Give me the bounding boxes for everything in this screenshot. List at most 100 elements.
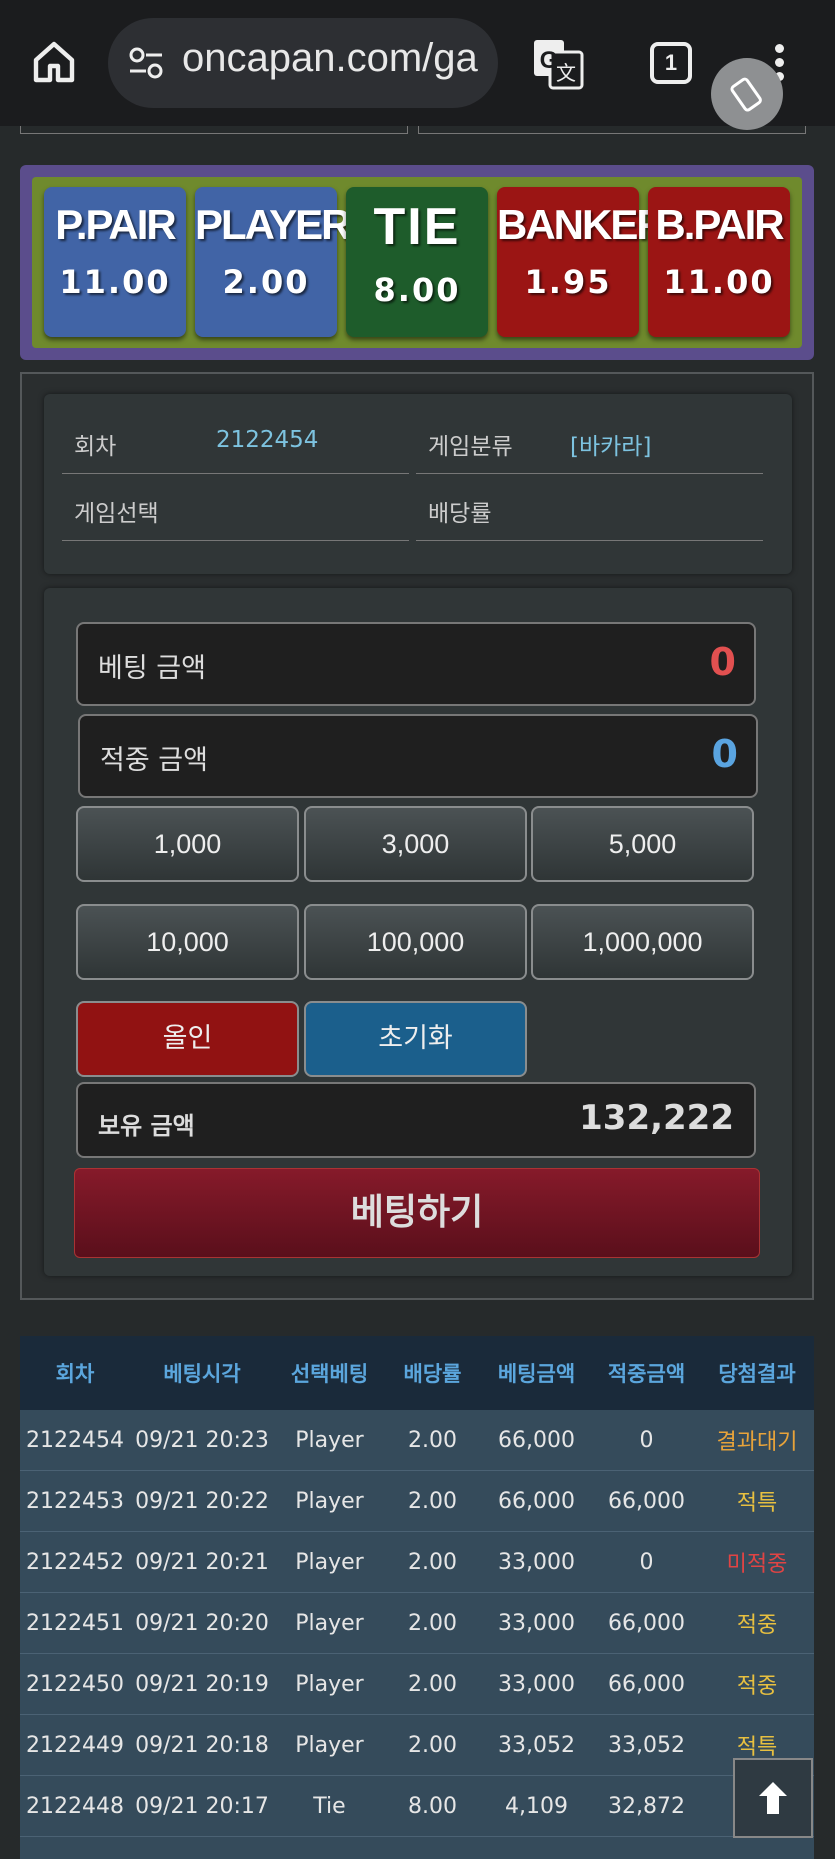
odds-name: BANKER xyxy=(497,201,667,248)
cell-bet-amount: 4,109 xyxy=(505,1793,568,1819)
win-amount-label: 적중 금액 xyxy=(100,745,208,776)
cell-odds: 2.00 xyxy=(408,1610,457,1636)
odds-value: 1.95 xyxy=(524,263,612,301)
table-header: 회차 베팅시각 선택베팅 배당률 베팅금액 적중금액 당첨결과 xyxy=(20,1336,814,1410)
odds-button-banker[interactable]: BANKER 1.95 xyxy=(497,187,667,337)
odds-button-tie[interactable]: TIE 8.00 xyxy=(346,187,488,337)
cell-result: 적특 xyxy=(736,1735,778,1760)
cell-bet-amount: 66,000 xyxy=(498,1427,575,1453)
place-bet-button[interactable]: 베팅하기 xyxy=(74,1168,760,1258)
cell-odds: 8.00 xyxy=(408,1793,457,1819)
cell-round: 2122451 xyxy=(26,1610,124,1636)
win-amount-field: 적중 금액 0 xyxy=(78,714,758,798)
cell-odds: 2.00 xyxy=(408,1488,457,1514)
betting-panel: 회차 2122454 게임분류 [바카라] 게임선택 배당률 베팅 금액 0 적… xyxy=(20,372,814,1300)
cell-odds: 2.00 xyxy=(408,1427,457,1453)
cell-selection: Player xyxy=(295,1732,364,1758)
table-row: 212244809/21 20:17Tie8.004,10932,872적중 xyxy=(20,1776,814,1837)
odds-value: 11.00 xyxy=(59,263,171,301)
reset-button[interactable]: 초기화 xyxy=(304,1001,527,1077)
category-cell: 게임분류 [바카라] xyxy=(416,407,763,474)
panel-fragment xyxy=(20,126,408,134)
odds-value: 11.00 xyxy=(663,263,775,301)
bet-amount-field[interactable]: 베팅 금액 0 xyxy=(76,622,756,706)
game-info-box: 회차 2122454 게임분류 [바카라] 게임선택 배당률 xyxy=(44,394,792,574)
cell-odds: 2.00 xyxy=(408,1671,457,1697)
selection-cell: 게임선택 xyxy=(62,474,409,541)
chip-button-1000000[interactable]: 1,000,000 xyxy=(531,904,754,980)
site-settings-icon[interactable] xyxy=(128,46,164,80)
category-label: 게임분류 xyxy=(428,434,513,460)
chip-button-10000[interactable]: 10,000 xyxy=(76,904,299,980)
bet-amount-value: 0 xyxy=(709,640,736,684)
odds-panel: P.PAIR 11.00 PLAYER 2.00 TIE 8.00 BANKER… xyxy=(20,165,814,360)
cell-time: 09/21 20:18 xyxy=(135,1732,269,1758)
table-row: 2122453 09/21 20:22 Player 2.00 66,000 66,000… xyxy=(20,1471,814,1532)
cell-round: 2122452 xyxy=(26,1549,124,1575)
cell-time: 09/21 20:17 xyxy=(135,1793,269,1819)
panel-fragment xyxy=(418,126,806,134)
cell-result: 미적중 xyxy=(726,1552,788,1577)
cell-result: 결과대기 xyxy=(716,1430,798,1455)
cell-result: 적특 xyxy=(736,1491,778,1516)
bet-input-box: 베팅 금액 0 적중 금액 0 1,000 3,000 5,000 10,000… xyxy=(44,588,792,1276)
browser-toolbar: oncapan.com/ga G 文 1 xyxy=(0,0,835,126)
table-row: 2122454 09/21 20:23 Player 2.00 66,000 0 결과대기 xyxy=(20,1410,814,1471)
odds-button-player-pair[interactable]: P.PAIR 11.00 xyxy=(44,187,186,337)
odds-rate-cell: 배당률 xyxy=(416,474,763,541)
header-odds: 배당률 xyxy=(403,1362,462,1386)
chip-button-1000[interactable]: 1,000 xyxy=(76,806,299,882)
arrow-up-icon xyxy=(759,1782,787,1814)
address-bar[interactable]: oncapan.com/ga xyxy=(108,18,498,108)
home-icon[interactable] xyxy=(30,38,78,86)
header-bet-amount: 베팅금액 xyxy=(497,1362,576,1386)
all-in-button[interactable]: 올인 xyxy=(76,1001,299,1077)
table-row: 2122452 09/21 20:21 Player 2.00 33,000 0 미적중 xyxy=(20,1532,814,1593)
odds-name: P.PAIR xyxy=(55,201,177,248)
odds-name: TIE xyxy=(373,198,461,256)
chip-button-5000[interactable]: 5,000 xyxy=(531,806,754,882)
cell-time: 09/21 20:20 xyxy=(135,1610,269,1636)
cell-selection: Player xyxy=(295,1549,364,1575)
balance-value: 132,222 xyxy=(579,1098,734,1138)
odds-button-player[interactable]: PLAYER 2.00 xyxy=(195,187,352,337)
header-selection: 선택베팅 xyxy=(290,1362,369,1386)
cell-round: 2122450 xyxy=(26,1671,124,1697)
cell-win-amount: 0 xyxy=(639,1427,654,1453)
round-cell: 회차 2122454 xyxy=(62,407,409,474)
header-win-amount: 적중금액 xyxy=(607,1362,686,1386)
chip-button-3000[interactable]: 3,000 xyxy=(304,806,527,882)
svg-text:文: 文 xyxy=(556,61,576,85)
translate-icon[interactable]: G 文 xyxy=(532,38,584,90)
cell-time: 09/21 20:23 xyxy=(135,1427,269,1453)
odds-rate-label: 배당률 xyxy=(428,501,492,527)
chip-button-100000[interactable]: 100,000 xyxy=(304,904,527,980)
odds-value: 2.00 xyxy=(222,263,310,301)
odds-value: 8.00 xyxy=(373,271,461,309)
cell-selection: Player xyxy=(295,1671,364,1697)
bet-amount-label: 베팅 금액 xyxy=(98,653,206,684)
bet-history-table: 회차 베팅시각 선택베팅 배당률 베팅금액 적중금액 당첨결과 2122454 0… xyxy=(20,1336,814,1859)
odds-button-banker-pair[interactable]: B.PAIR 11.00 xyxy=(648,187,790,337)
cell-round: 2122449 xyxy=(26,1732,124,1758)
cell-win-amount: 32,872 xyxy=(608,1793,685,1819)
cell-result: 적중 xyxy=(736,1613,778,1638)
table-row-partial xyxy=(20,1837,814,1859)
table-row: 2122449 09/21 20:18 Player 2.00 33,052 33,052… xyxy=(20,1715,814,1776)
cell-round: 2122454 xyxy=(26,1427,124,1453)
cell-bet-amount: 33,000 xyxy=(498,1610,575,1636)
cell-win-amount: 0 xyxy=(639,1549,654,1575)
cell-round: 2122448 xyxy=(26,1793,124,1819)
table-row: 2122450 09/21 20:19 Player 2.00 33,000 66,000… xyxy=(20,1654,814,1715)
cell-selection: Player xyxy=(295,1488,364,1514)
tab-switcher-button[interactable]: 1 xyxy=(650,42,692,84)
cell-win-amount: 66,000 xyxy=(608,1671,685,1697)
rotate-screen-icon[interactable] xyxy=(711,58,783,130)
category-value: [바카라] xyxy=(570,434,652,460)
cell-odds: 2.00 xyxy=(408,1549,457,1575)
cell-round: 2122453 xyxy=(26,1488,124,1514)
scroll-to-top-button[interactable] xyxy=(733,1758,813,1838)
table-row: 2122451 09/21 20:20 Player 2.00 33,000 66,000… xyxy=(20,1593,814,1654)
cell-bet-amount: 33,000 xyxy=(498,1671,575,1697)
cell-selection: Player xyxy=(295,1610,364,1636)
